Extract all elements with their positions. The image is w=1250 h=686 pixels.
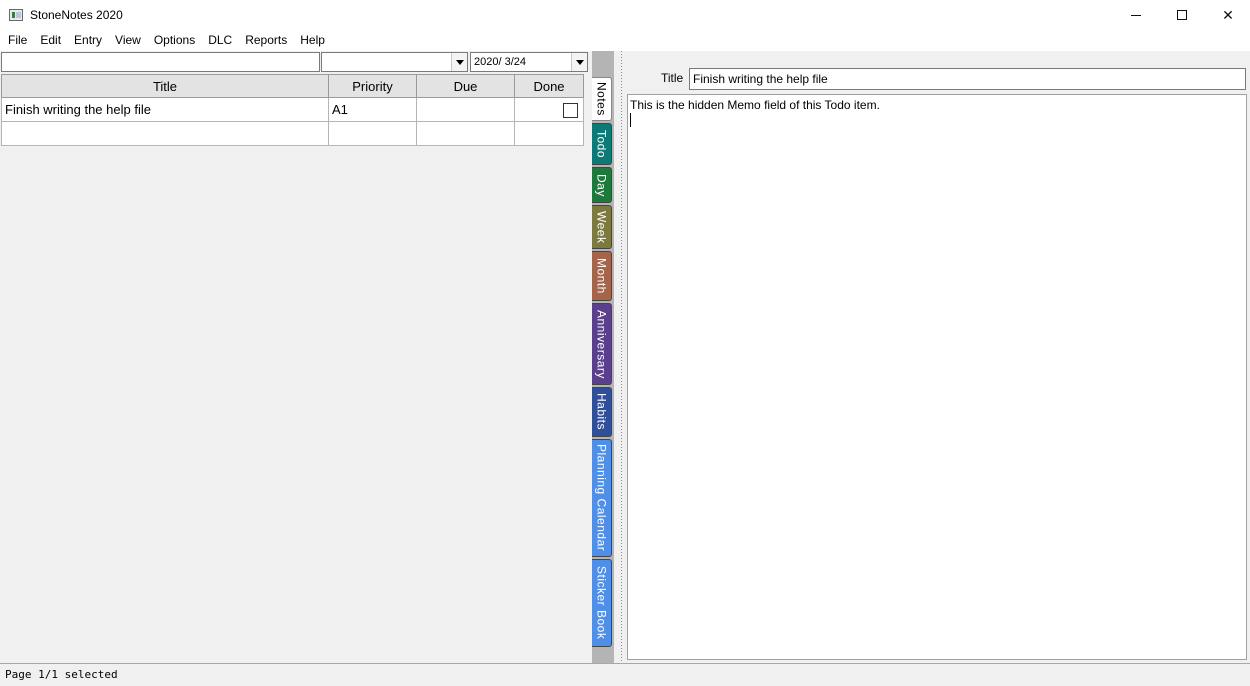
- chevron-down-icon[interactable]: [571, 53, 587, 71]
- tab-label: Todo: [594, 129, 609, 159]
- tab-label: Habits: [594, 393, 609, 431]
- minimize-button[interactable]: [1113, 0, 1159, 30]
- menu-dlc[interactable]: DLC: [202, 30, 239, 51]
- tab-label: Planning Calendar: [594, 444, 609, 552]
- menu-edit[interactable]: Edit: [34, 30, 68, 51]
- detail-pane: Title Finish writing the help file This …: [627, 51, 1250, 663]
- todo-grid: Title Priority Due Done Finish writing t…: [1, 74, 584, 146]
- title-label: Title: [661, 71, 684, 85]
- section-tab-strip: Notes Todo Day Week Month Anniversary Ha…: [592, 51, 614, 663]
- status-bar: Page 1/1 selected: [0, 663, 1250, 686]
- cell-done[interactable]: [514, 97, 584, 122]
- tab-habits[interactable]: Habits: [592, 387, 612, 437]
- tab-label: Notes: [594, 82, 609, 116]
- chevron-down-icon[interactable]: [451, 53, 467, 71]
- column-header-priority[interactable]: Priority: [328, 74, 417, 98]
- tab-label: Day: [594, 173, 609, 197]
- tab-planning-calendar[interactable]: Planning Calendar: [592, 439, 612, 557]
- tab-label: Anniversary: [594, 309, 609, 379]
- todo-list-pane: 2020/ 3/24 Title Priority Due Done Finis…: [0, 51, 592, 663]
- tab-day[interactable]: Day: [592, 167, 612, 203]
- menu-file[interactable]: File: [2, 30, 34, 51]
- app-icon[interactable]: [9, 9, 23, 21]
- menu-reports[interactable]: Reports: [239, 30, 294, 51]
- title-field[interactable]: Finish writing the help file: [689, 68, 1246, 90]
- column-header-title[interactable]: Title: [1, 74, 329, 98]
- minimize-icon: [1131, 14, 1141, 16]
- grid-header-row: Title Priority Due Done: [1, 74, 584, 98]
- close-icon: ✕: [1222, 6, 1234, 23]
- tab-sticker-book[interactable]: Sticker Book: [592, 559, 612, 647]
- cell-done[interactable]: [514, 121, 584, 146]
- tab-label: Week: [594, 210, 609, 244]
- date-picker[interactable]: 2020/ 3/24: [470, 52, 588, 72]
- close-button[interactable]: ✕: [1205, 0, 1250, 30]
- table-row[interactable]: Finish writing the help file A1: [1, 97, 584, 122]
- cell-priority[interactable]: [328, 121, 417, 146]
- memo-text: This is the hidden Memo field of this To…: [630, 98, 880, 112]
- menu-entry[interactable]: Entry: [68, 30, 109, 51]
- cell-due[interactable]: [416, 121, 515, 146]
- cell-title[interactable]: Finish writing the help file: [1, 97, 329, 122]
- category-select[interactable]: [321, 52, 468, 72]
- menu-bar: File Edit Entry View Options DLC Reports…: [0, 30, 1250, 51]
- column-header-due[interactable]: Due: [416, 74, 515, 98]
- text-caret: [630, 113, 631, 127]
- date-value: 2020/ 3/24: [474, 56, 526, 68]
- maximize-button[interactable]: [1159, 0, 1205, 30]
- cell-priority[interactable]: A1: [328, 97, 417, 122]
- done-checkbox[interactable]: [563, 102, 578, 118]
- window-title: StoneNotes 2020: [30, 8, 123, 22]
- maximize-icon: [1177, 10, 1187, 20]
- menu-view[interactable]: View: [109, 30, 148, 51]
- menu-help[interactable]: Help: [294, 30, 332, 51]
- cell-title[interactable]: [1, 121, 329, 146]
- tab-label: Sticker Book: [594, 566, 609, 640]
- column-header-done[interactable]: Done: [514, 74, 584, 98]
- tab-notes[interactable]: Notes: [592, 77, 612, 121]
- tab-todo[interactable]: Todo: [592, 123, 612, 165]
- tab-anniversary[interactable]: Anniversary: [592, 303, 612, 385]
- cell-due[interactable]: [416, 97, 515, 122]
- status-text: Page 1/1 selected: [5, 668, 118, 681]
- tab-week[interactable]: Week: [592, 205, 612, 249]
- table-row[interactable]: [1, 121, 584, 146]
- menu-options[interactable]: Options: [148, 30, 202, 51]
- title-bar: StoneNotes 2020 ✕: [0, 0, 1250, 30]
- tab-month[interactable]: Month: [592, 251, 612, 301]
- search-input[interactable]: [1, 52, 320, 72]
- tab-label: Month: [594, 258, 609, 294]
- title-field-value: Finish writing the help file: [693, 72, 828, 86]
- memo-textarea[interactable]: This is the hidden Memo field of this To…: [627, 94, 1247, 660]
- splitter-handle[interactable]: [621, 51, 625, 663]
